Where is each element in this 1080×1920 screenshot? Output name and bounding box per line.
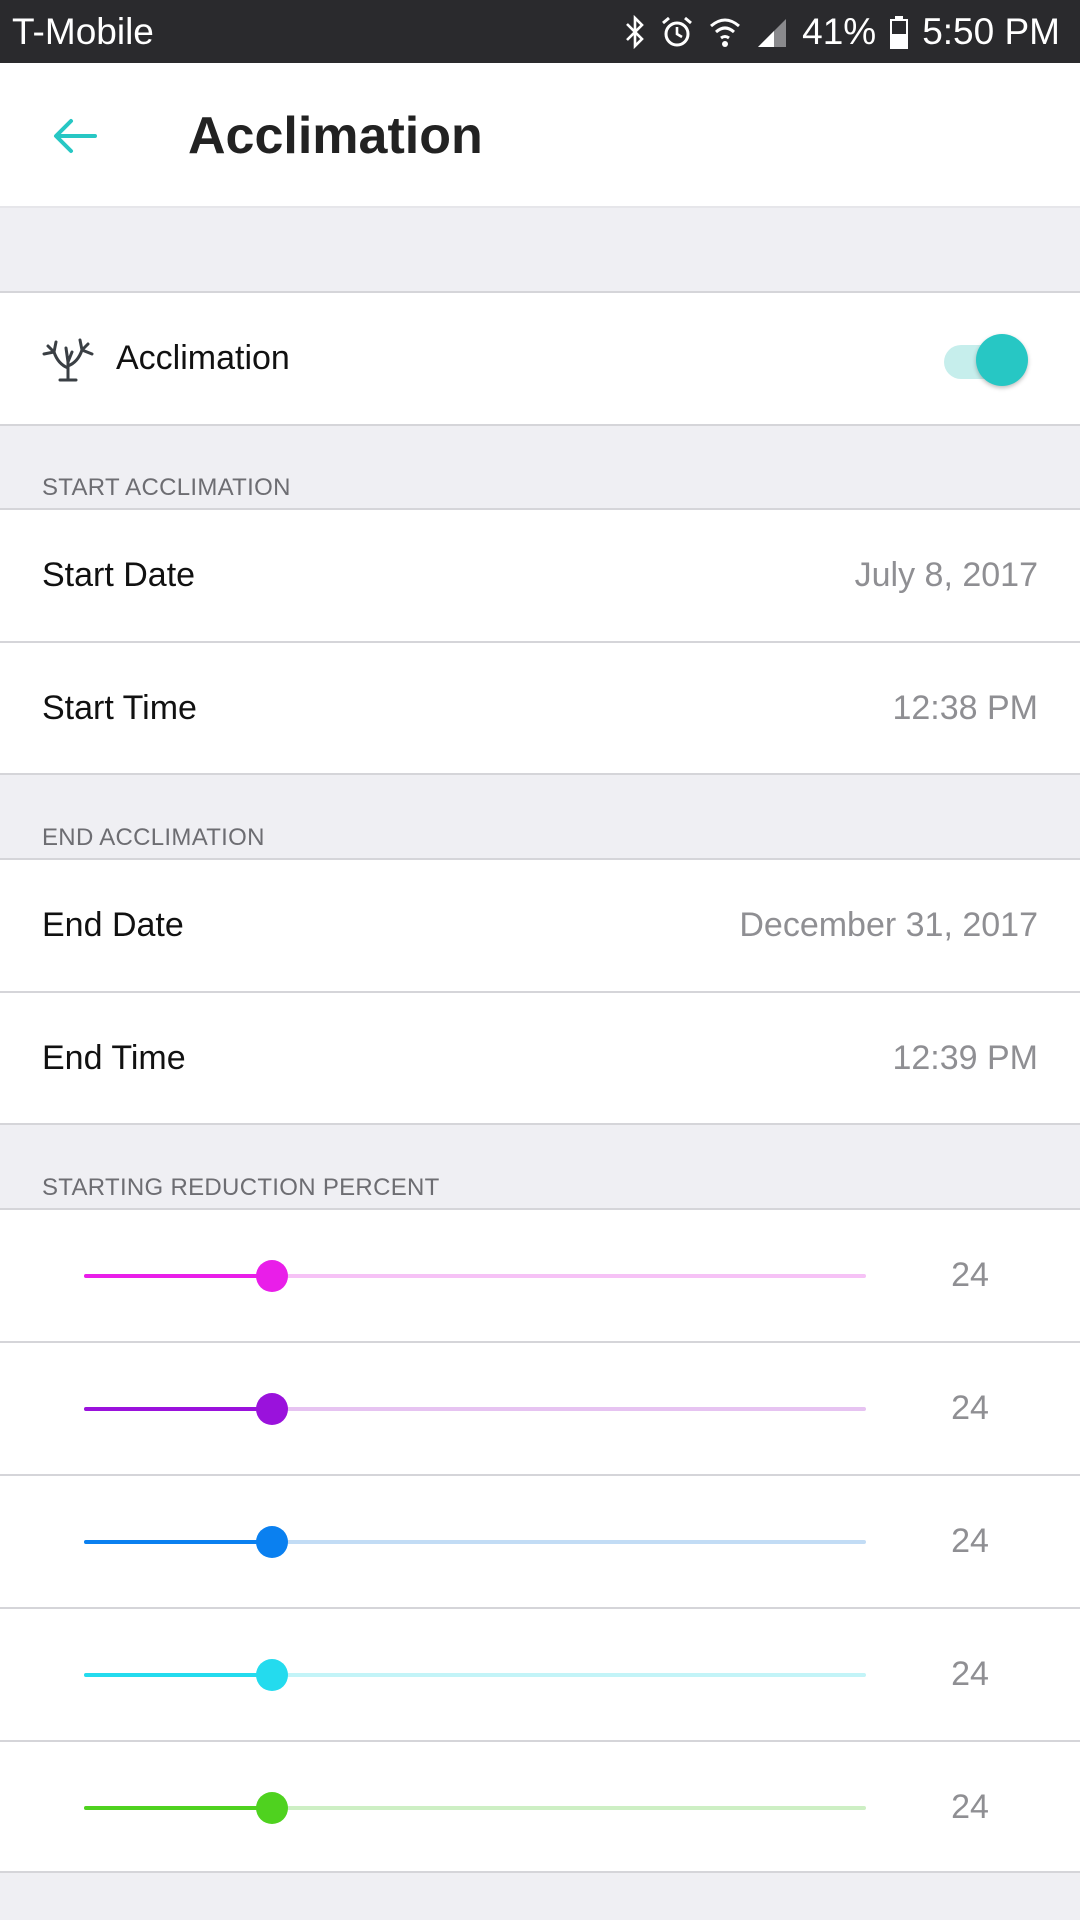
end-time-value: 12:39 PM: [892, 1039, 1038, 1077]
end-time-label: End Time: [42, 1039, 186, 1077]
wifi-icon: [708, 15, 742, 49]
start-date-label: Start Date: [42, 556, 196, 594]
start-time-row[interactable]: Start Time 12:38 PM: [0, 641, 1080, 775]
slider-thumb[interactable]: [255, 1659, 288, 1691]
slider-thumb[interactable]: [255, 1393, 288, 1425]
slider-fill: [84, 1540, 272, 1544]
end-date-label: End Date: [42, 906, 184, 944]
reduction-slider-row: 24: [0, 1341, 1080, 1474]
reduction-slider-row: 24: [0, 1607, 1080, 1740]
end-date-value: December 31, 2017: [739, 906, 1038, 944]
battery-icon: [890, 15, 909, 49]
reduction-slider[interactable]: [84, 1522, 866, 1562]
slider-value: 24: [951, 1389, 989, 1427]
battery-percent: 41%: [802, 10, 877, 52]
slider-thumb[interactable]: [255, 1526, 288, 1558]
status-bar: T-Mobile 41% 5:50 PM: [0, 0, 1080, 63]
slider-thumb[interactable]: [255, 1792, 288, 1824]
back-arrow-icon: [51, 116, 99, 161]
back-button[interactable]: [42, 105, 108, 171]
alarm-icon: [660, 15, 694, 49]
slider-value: 24: [951, 1788, 989, 1826]
reduction-slider[interactable]: [84, 1389, 866, 1429]
start-time-value: 12:38 PM: [892, 689, 1038, 727]
end-time-row[interactable]: End Time 12:39 PM: [0, 991, 1080, 1125]
acclimation-toggle-row[interactable]: Acclimation: [0, 291, 1080, 426]
status-icons: 41% 5:50 PM: [624, 11, 1060, 53]
start-date-row[interactable]: Start Date July 8, 2017: [0, 508, 1080, 642]
slider-thumb[interactable]: [255, 1260, 288, 1292]
coral-icon: [40, 338, 96, 387]
acclimation-label: Acclimation: [116, 339, 290, 377]
slider-value: 24: [951, 1655, 989, 1693]
page-title: Acclimation: [188, 107, 483, 165]
acclimation-switch[interactable]: [940, 329, 1028, 389]
reduction-section-header: STARTING REDUCTION PERCENT: [42, 1174, 440, 1201]
reduction-slider[interactable]: [84, 1256, 866, 1296]
app-bar: Acclimation: [0, 63, 1080, 208]
reduction-slider-row: 24: [0, 1474, 1080, 1607]
bluetooth-icon: [624, 14, 646, 49]
start-section-header: START ACCLIMATION: [42, 474, 291, 501]
slider-fill: [84, 1274, 272, 1278]
slider-fill: [84, 1673, 272, 1677]
reduction-slider[interactable]: [84, 1655, 866, 1695]
end-section-header: END ACCLIMATION: [42, 824, 265, 851]
reduction-slider-row: 24: [0, 1208, 1080, 1341]
slider-fill: [84, 1407, 272, 1411]
start-time-label: Start Time: [42, 689, 197, 727]
carrier-label: T-Mobile: [12, 10, 154, 52]
slider-value: 24: [951, 1256, 989, 1294]
signal-icon: [756, 15, 788, 49]
reduction-slider-row: 24: [0, 1740, 1080, 1873]
start-date-value: July 8, 2017: [854, 556, 1038, 594]
end-date-row[interactable]: End Date December 31, 2017: [0, 858, 1080, 992]
slider-value: 24: [951, 1522, 989, 1560]
slider-fill: [84, 1806, 272, 1810]
clock-time: 5:50 PM: [922, 10, 1060, 52]
reduction-slider[interactable]: [84, 1788, 866, 1828]
switch-thumb: [976, 334, 1028, 386]
